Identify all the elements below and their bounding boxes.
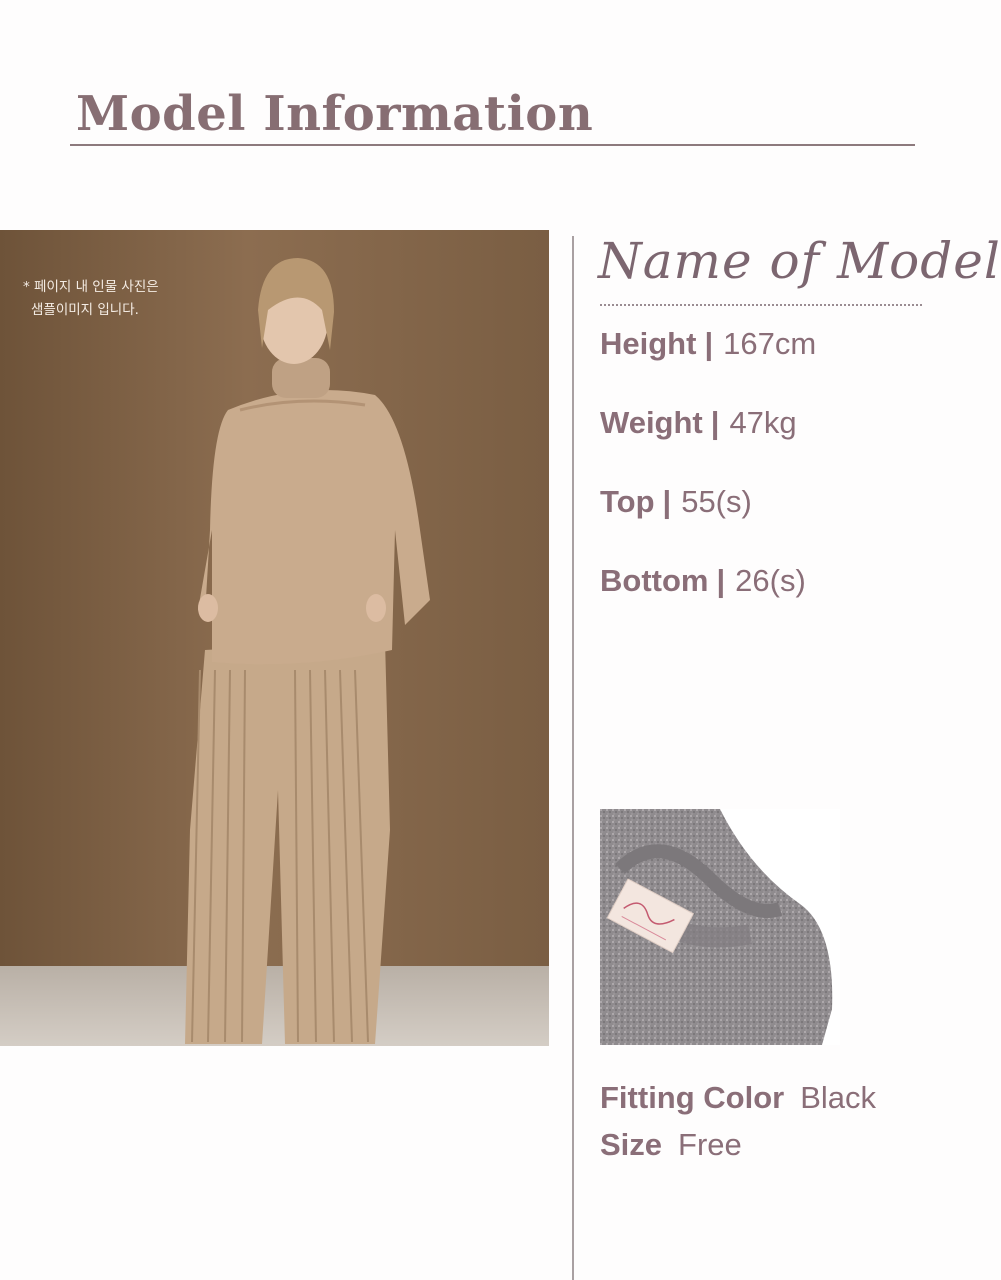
- notice-line-2: 샘플이미지 입니다.: [31, 302, 139, 318]
- fitting-size-row: Size Free: [600, 1127, 742, 1163]
- spec-top: Top | 55(s): [600, 484, 752, 520]
- model-name-heading: Name of Model: [598, 232, 1001, 290]
- spec-separator: |: [716, 563, 726, 598]
- spec-weight: Weight | 47kg: [600, 405, 797, 441]
- spec-label: Bottom: [600, 563, 709, 598]
- fabric-detail-photo: [600, 809, 840, 1045]
- fitting-color-value: Black: [800, 1080, 877, 1115]
- fitting-color-row: Fitting Color Black: [600, 1080, 876, 1116]
- spec-separator: |: [704, 326, 714, 361]
- model-figure-illustration: [185, 258, 430, 1044]
- title-underline: [70, 144, 915, 146]
- fitting-size-label: Size: [600, 1127, 663, 1162]
- spec-value: 55(s): [681, 484, 752, 519]
- dotted-separator: [600, 304, 922, 306]
- spec-bottom: Bottom | 26(s): [600, 563, 806, 599]
- spec-height: Height | 167cm: [600, 326, 816, 362]
- spec-value: 167cm: [723, 326, 817, 361]
- notice-line-1: * 페이지 내 인물 사진은: [23, 279, 159, 295]
- spec-label: Height: [600, 326, 697, 361]
- spec-separator: |: [710, 405, 720, 440]
- spec-value: 26(s): [735, 563, 806, 598]
- page-title: Model Information: [76, 86, 594, 142]
- spec-separator: |: [662, 484, 672, 519]
- fitting-color-label: Fitting Color: [600, 1080, 785, 1115]
- knit-sweater-illustration: [600, 809, 833, 1045]
- vertical-divider: [572, 236, 574, 1280]
- spec-label: Weight: [600, 405, 703, 440]
- fitting-size-value: Free: [678, 1127, 742, 1162]
- spec-label: Top: [600, 484, 655, 519]
- model-photo: * 페이지 내 인물 사진은 샘플이미지 입니다.: [0, 230, 549, 1046]
- spec-value: 47kg: [729, 405, 797, 440]
- sample-image-notice: * 페이지 내 인물 사진은 샘플이미지 입니다.: [23, 276, 159, 322]
